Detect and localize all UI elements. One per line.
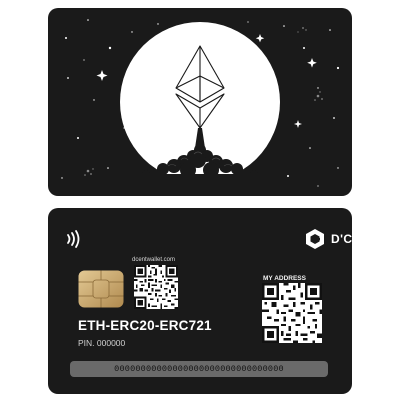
dcent-logo-icon	[306, 229, 324, 249]
card-back: D'CENT dcentwallet.com MY ADDRESS	[48, 208, 352, 394]
brand: D'CENT	[304, 228, 352, 250]
wallet-address-qr-code[interactable]	[262, 283, 322, 343]
website-text: dcentwallet.com	[132, 257, 176, 263]
my-address-label: MY ADDRESS	[263, 275, 306, 282]
website-qr-code[interactable]	[134, 265, 178, 309]
token-standard-text: ETH-ERC20-ERC721	[78, 318, 212, 333]
pin-text: PIN. 000000	[78, 338, 126, 348]
contactless-icon	[67, 230, 80, 248]
smart-chip-icon	[78, 270, 124, 308]
serial-number-bar: 00000000000000000000000000000000	[70, 361, 328, 377]
card-front	[48, 8, 352, 196]
brand-name: D'CENT	[331, 232, 352, 246]
card-front-art	[61, 19, 340, 196]
